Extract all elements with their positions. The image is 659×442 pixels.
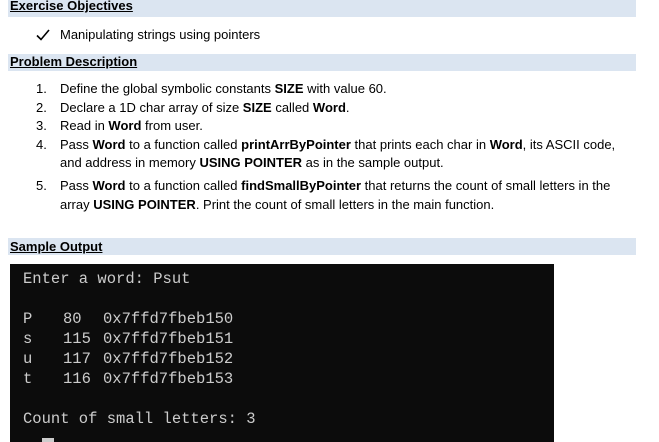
terminal-row: s 115 0x7ffd7fbeb151 bbox=[23, 329, 233, 349]
objective-text: Manipulating strings using pointers bbox=[60, 27, 261, 42]
terminal-row: P 80 0x7ffd7fbeb150 bbox=[23, 309, 233, 329]
task-keyword: Word bbox=[92, 136, 126, 152]
task-item: 1. Define the global symbolic constants S… bbox=[36, 80, 640, 99]
task-number: 3. bbox=[36, 118, 47, 134]
task-list: 1. Define the global symbolic constants S… bbox=[36, 80, 640, 214]
task-text: that prints each char in bbox=[350, 136, 490, 152]
task-item: 3. Read in Word from user. bbox=[36, 117, 640, 136]
address-cell: 0x7ffd7fbeb153 bbox=[103, 370, 234, 388]
char-cell: t bbox=[23, 370, 33, 388]
task-text: called bbox=[271, 99, 313, 115]
terminal-row: u 117 0x7ffd7fbeb152 bbox=[23, 349, 233, 369]
task-text: with value 60. bbox=[303, 81, 387, 96]
ascii-code-cell: 116 bbox=[63, 370, 91, 388]
task-item: 2. Declare a 1D char array of size SIZE c… bbox=[36, 99, 640, 118]
task-text: to a function called bbox=[125, 177, 242, 193]
objectives-title: Exercise Objectives bbox=[10, 0, 133, 13]
task-keyword: USING POINTER bbox=[93, 196, 196, 212]
ascii-code-cell: 115 bbox=[63, 330, 91, 348]
task-keyword: SIZE bbox=[242, 99, 272, 115]
terminal-prompt-line: Enter a word: Psut bbox=[23, 270, 191, 288]
task-text: . bbox=[345, 99, 350, 115]
ascii-code-cell: 80 bbox=[63, 310, 82, 328]
terminal-output: Enter a word: Psut P 80 0x7ffd7fbeb150 s 115… bbox=[10, 264, 554, 442]
problem-title: Problem Description bbox=[10, 54, 138, 69]
address-cell: 0x7ffd7fbeb150 bbox=[103, 310, 234, 328]
task-text: . Print the count of small letters in th… bbox=[195, 196, 495, 212]
checkmark-icon bbox=[36, 29, 50, 41]
task-text: Declare a 1D char array of size bbox=[60, 99, 243, 115]
task-keyword: Word bbox=[92, 177, 126, 193]
task-keyword: SIZE bbox=[274, 81, 304, 96]
terminal-cursor bbox=[42, 438, 54, 442]
char-cell: u bbox=[23, 350, 33, 368]
ascii-code-cell: 117 bbox=[63, 350, 91, 368]
task-keyword: printArrByPointer bbox=[241, 136, 351, 152]
task-text: from user. bbox=[141, 118, 203, 134]
task-keyword: Word bbox=[108, 118, 142, 134]
terminal-row: t 116 0x7ffd7fbeb153 bbox=[23, 369, 233, 389]
task-number: 2. bbox=[36, 99, 47, 115]
task-keyword: Word bbox=[489, 136, 523, 152]
task-item: 5. Pass Word to a function called findSma… bbox=[36, 177, 640, 214]
task-keyword: USING POINTER bbox=[199, 155, 303, 171]
task-item: 4. Pass Word to a function called printAr… bbox=[36, 136, 640, 173]
task-text: Read in bbox=[60, 118, 109, 134]
sample-title: Sample Output bbox=[10, 239, 103, 254]
objective-item: Manipulating strings using pointers bbox=[36, 27, 260, 43]
terminal-count-line: Count of small letters: 3 bbox=[23, 410, 256, 428]
task-text: to a function called bbox=[125, 136, 242, 152]
task-text: Pass bbox=[60, 177, 93, 193]
task-keyword: findSmallByPointer bbox=[241, 177, 362, 193]
task-keyword: Word bbox=[312, 99, 346, 115]
address-cell: 0x7ffd7fbeb151 bbox=[103, 330, 234, 348]
task-number: 5. bbox=[36, 177, 47, 193]
task-number: 1. bbox=[36, 81, 47, 96]
task-text: Define the global symbolic constants bbox=[60, 81, 275, 96]
task-text: as in the sample output. bbox=[302, 155, 444, 171]
task-text: Pass bbox=[60, 136, 93, 152]
char-cell: s bbox=[23, 330, 33, 348]
char-cell: P bbox=[23, 310, 33, 328]
address-cell: 0x7ffd7fbeb152 bbox=[103, 350, 234, 368]
task-number: 4. bbox=[36, 136, 47, 152]
